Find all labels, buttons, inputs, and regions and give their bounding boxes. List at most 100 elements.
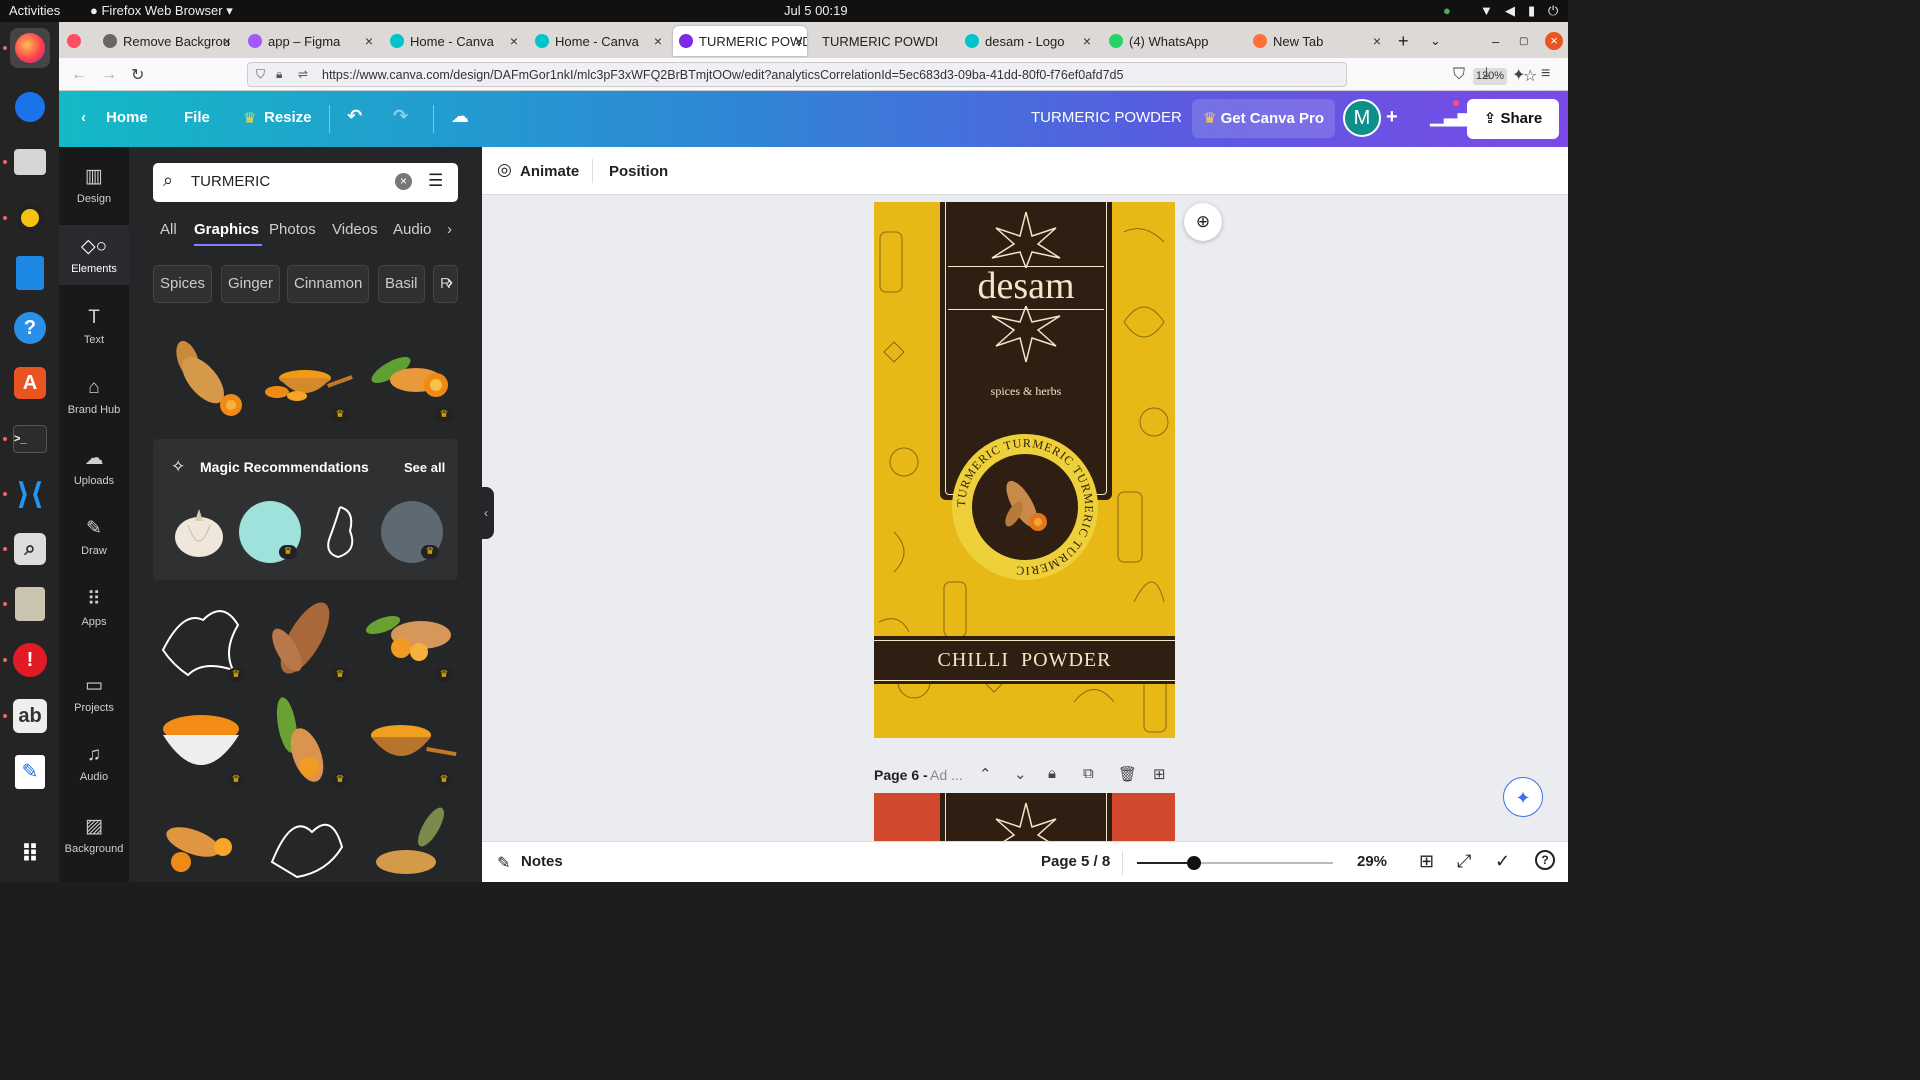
chips-next-icon[interactable]: ›	[447, 272, 453, 293]
archive-dock-icon[interactable]	[10, 584, 50, 624]
back-chevron-icon[interactable]: ‹	[81, 109, 86, 126]
tab-3[interactable]: Home - Canva ×	[535, 26, 662, 56]
tab-audio[interactable]: Audio	[393, 221, 433, 238]
tab-1[interactable]: app – Figma ×	[248, 26, 373, 56]
tab-graphics[interactable]: Graphics	[194, 221, 259, 238]
turmeric-pieces-graphic[interactable]	[153, 802, 249, 882]
chip-ginger[interactable]: Ginger	[221, 265, 281, 303]
tab-4[interactable]: TURMERIC POWD ×	[673, 26, 807, 56]
chip-spices[interactable]: Spices	[153, 265, 213, 303]
turmeric-roots-graphic[interactable]: ♛	[257, 590, 353, 686]
chip-more[interactable]: R	[433, 265, 458, 303]
firefox-dock-icon[interactable]	[10, 28, 50, 68]
home-button[interactable]: Home	[106, 109, 148, 126]
tab-videos[interactable]: Videos	[332, 221, 378, 238]
reload-icon[interactable]: ↻	[131, 65, 144, 85]
add-comment-icon[interactable]: ⊕	[1184, 203, 1222, 241]
help-icon[interactable]: ?	[1535, 850, 1555, 870]
search-input[interactable]	[191, 173, 391, 190]
share-button[interactable]: ⇪ Share	[1467, 99, 1559, 139]
url-text[interactable]: https://www.canva.com/design/DAFmGor1nkI…	[322, 68, 1123, 82]
pocket-icon[interactable]: ⛉	[1453, 66, 1465, 84]
fullscreen-icon[interactable]: ⤢	[1457, 851, 1471, 872]
rhythmbox-dock-icon[interactable]	[10, 198, 50, 238]
vscode-dock-icon[interactable]: ⟩⟨	[10, 474, 50, 514]
rail-text[interactable]: T Text	[59, 307, 129, 346]
writer-dock-icon[interactable]	[10, 253, 50, 293]
turmeric-slices-graphic[interactable]: ♛	[361, 590, 457, 686]
close-icon[interactable]: ×	[654, 33, 662, 49]
tab-2[interactable]: Home - Canva ×	[390, 26, 518, 56]
close-icon[interactable]: ×	[365, 33, 373, 49]
alert-dock-icon[interactable]: !	[10, 640, 50, 680]
back-icon[interactable]: ←	[71, 66, 87, 84]
rail-audio[interactable]: ♫ Audio	[59, 744, 129, 783]
chevron-right-icon[interactable]: ›	[447, 221, 452, 238]
file-menu[interactable]: File	[184, 109, 210, 126]
close-icon[interactable]: ×	[1083, 33, 1091, 49]
tab-0[interactable]: Remove Backgrou ×	[103, 26, 231, 56]
power-icon[interactable]: ⏻	[1548, 3, 1558, 19]
downloads-icon[interactable]: ⤓	[1483, 65, 1490, 83]
turmeric-plant-graphic[interactable]: ♛	[257, 695, 353, 791]
redo-icon[interactable]: ↷	[393, 106, 408, 127]
permissions-icon[interactable]: ⇌	[298, 67, 308, 81]
thunderbird-dock-icon[interactable]	[10, 87, 50, 127]
rail-uploads[interactable]: ☁ Uploads	[59, 447, 129, 487]
collapse-panel-handle[interactable]: ‹	[478, 487, 494, 539]
undo-icon[interactable]: ↶	[347, 106, 362, 127]
rail-elements[interactable]: ◇○ Elements	[59, 225, 129, 285]
animate-button[interactable]: Animate	[520, 163, 579, 180]
ginger-sketch-graphic[interactable]: ♛	[153, 590, 249, 686]
activities-button[interactable]: Activities	[9, 3, 60, 18]
position-button[interactable]: Position	[609, 163, 668, 180]
update-icon[interactable]: ●	[1443, 3, 1451, 18]
menu-icon[interactable]: ≡	[1541, 65, 1550, 83]
page-down-icon[interactable]: ⌄	[1014, 765, 1027, 783]
rail-design[interactable]: ▥ Design	[59, 165, 129, 205]
magic-assistant-icon[interactable]: ✦	[1503, 777, 1543, 817]
brand-name[interactable]: desam	[940, 264, 1112, 308]
rail-background[interactable]: ▨ Background	[59, 815, 129, 855]
zoom-slider-handle[interactable]	[1186, 856, 1201, 870]
turmeric-powder-bowl-graphic[interactable]: ♛	[153, 695, 249, 791]
volume-icon[interactable]: ◀	[1505, 3, 1515, 19]
minimize-button[interactable]: –	[1492, 26, 1504, 56]
garlic-graphic[interactable]	[168, 501, 230, 563]
maximize-button[interactable]: ▢	[1519, 26, 1531, 56]
rail-draw[interactable]: ✎ Draw	[59, 517, 129, 557]
insights-icon[interactable]: ▁▃▅	[1430, 106, 1472, 127]
url-bar[interactable]: ⛉ 🔒︎ ⇌ https://www.canva.com/design/DAFm…	[247, 62, 1537, 87]
add-page-icon[interactable]: ⊞	[1153, 765, 1166, 783]
product-name[interactable]: CHILLI POWDER	[874, 649, 1175, 672]
tagline[interactable]: spices & herbs	[940, 384, 1112, 399]
clear-search-icon[interactable]: ×	[395, 173, 412, 190]
lock-icon[interactable]: 🔒︎	[276, 67, 282, 82]
avatar[interactable]: M	[1343, 99, 1381, 137]
tab-photos[interactable]: Photos	[269, 221, 316, 238]
tab-list-icon[interactable]: ⌄	[1430, 26, 1446, 56]
close-window-button[interactable]: ×	[1545, 26, 1563, 56]
tab-8[interactable]: New Tab ×	[1253, 26, 1381, 56]
grid-view-icon[interactable]: ⊞	[1419, 851, 1434, 872]
font-viewer-dock-icon[interactable]: ab	[10, 696, 50, 736]
design-page-5[interactable]: desam spices & herbs TURMERIC TURMERIC T…	[874, 202, 1175, 738]
tab-5[interactable]: TURMERIC POWDER	[822, 26, 937, 56]
close-icon[interactable]: ×	[795, 33, 803, 49]
terminal-dock-icon[interactable]: >_	[10, 419, 50, 459]
get-canva-pro-button[interactable]: ♛ Get Canva Pro	[1192, 99, 1335, 138]
bell-pepper-graphic[interactable]: ♛	[381, 501, 443, 563]
page-6-label[interactable]: Page 6 -	[874, 767, 928, 783]
rail-brand-hub[interactable]: ⌂ Brand Hub	[59, 377, 129, 416]
close-icon[interactable]: ×	[510, 33, 518, 49]
chip-cinnamon[interactable]: Cinnamon	[287, 265, 370, 303]
app-menu[interactable]: ● Firefox Web Browser ▾	[90, 3, 233, 19]
text-editor-dock-icon[interactable]: ✎	[10, 752, 50, 792]
page-indicator[interactable]: Page 5 / 8	[1041, 853, 1110, 870]
page-6-title-hint[interactable]: Ad ...	[930, 767, 963, 783]
lock-page-icon[interactable]: 🔒︎	[1048, 765, 1056, 782]
tab-all[interactable]: All	[160, 221, 177, 238]
ginger-outline-graphic[interactable]	[257, 802, 353, 882]
turmeric-spoon-graphic[interactable]: ♛	[361, 695, 457, 791]
turmeric-root-graphic[interactable]	[153, 330, 249, 426]
